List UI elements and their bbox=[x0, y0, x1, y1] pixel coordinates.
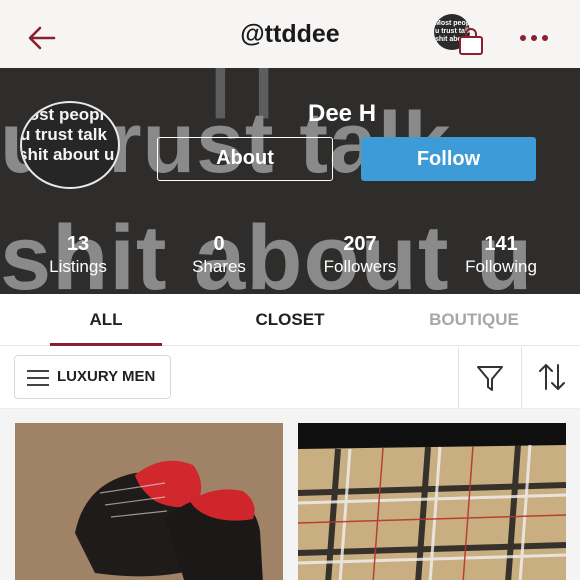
department-button[interactable]: LUXURY MEN bbox=[14, 355, 171, 399]
listing-card[interactable] bbox=[15, 423, 283, 580]
stat-value: 207 bbox=[343, 233, 377, 255]
plaid-shirt-photo bbox=[298, 423, 566, 580]
stat-value: 13 bbox=[66, 233, 90, 255]
avatar-text: shit about u bbox=[20, 145, 115, 164]
profile-name: Dee H bbox=[308, 100, 377, 127]
sort-button[interactable] bbox=[532, 359, 572, 395]
hamburger-menu-icon bbox=[27, 370, 49, 386]
stat-following[interactable]: 141 Following bbox=[446, 232, 556, 278]
tab-boutique[interactable]: BOUTIQUE bbox=[412, 294, 536, 346]
stat-value: 141 bbox=[484, 233, 518, 255]
sort-arrows-icon bbox=[539, 364, 565, 390]
listing-card[interactable] bbox=[298, 423, 566, 580]
more-options-button[interactable] bbox=[514, 24, 554, 52]
avatar-text: lost peopl bbox=[24, 105, 105, 124]
stat-label: Followers bbox=[323, 257, 397, 276]
tab-all[interactable]: ALL bbox=[50, 294, 162, 346]
more-dots-icon bbox=[520, 35, 548, 41]
closet-tabs: ALL CLOSET BOUTIQUE bbox=[0, 294, 580, 346]
stat-shares[interactable]: 0 Shares bbox=[164, 232, 274, 278]
funnel-filter-icon bbox=[477, 366, 503, 391]
stat-label: Shares bbox=[192, 257, 246, 276]
page-title: @ttddee bbox=[240, 20, 340, 48]
follow-button[interactable]: Follow bbox=[361, 137, 536, 181]
divider bbox=[521, 347, 522, 409]
stat-listings[interactable]: 13 Listings bbox=[23, 232, 133, 278]
stat-label: Following bbox=[465, 257, 537, 276]
divider bbox=[458, 347, 459, 409]
top-bar: @ttddee Most peopl u trust talk shit abo… bbox=[0, 0, 580, 68]
tab-closet[interactable]: CLOSET bbox=[230, 294, 350, 346]
shopping-bag-icon bbox=[459, 28, 483, 55]
department-label: LUXURY MEN bbox=[57, 368, 156, 385]
avatar-text: u trust talk bbox=[20, 125, 107, 144]
shopping-bag-button[interactable] bbox=[456, 28, 486, 56]
sneakers-photo bbox=[15, 423, 283, 580]
stat-value: 0 bbox=[213, 233, 225, 255]
about-button[interactable]: About bbox=[157, 137, 333, 181]
stat-label: Listings bbox=[49, 257, 107, 276]
stat-followers[interactable]: 207 Followers bbox=[305, 232, 415, 278]
listings-grid bbox=[0, 409, 580, 580]
filter-button[interactable] bbox=[470, 361, 510, 395]
filter-bar: LUXURY MEN bbox=[0, 347, 580, 409]
profile-avatar[interactable]: lost peopl u trust talk shit about u bbox=[20, 101, 120, 189]
